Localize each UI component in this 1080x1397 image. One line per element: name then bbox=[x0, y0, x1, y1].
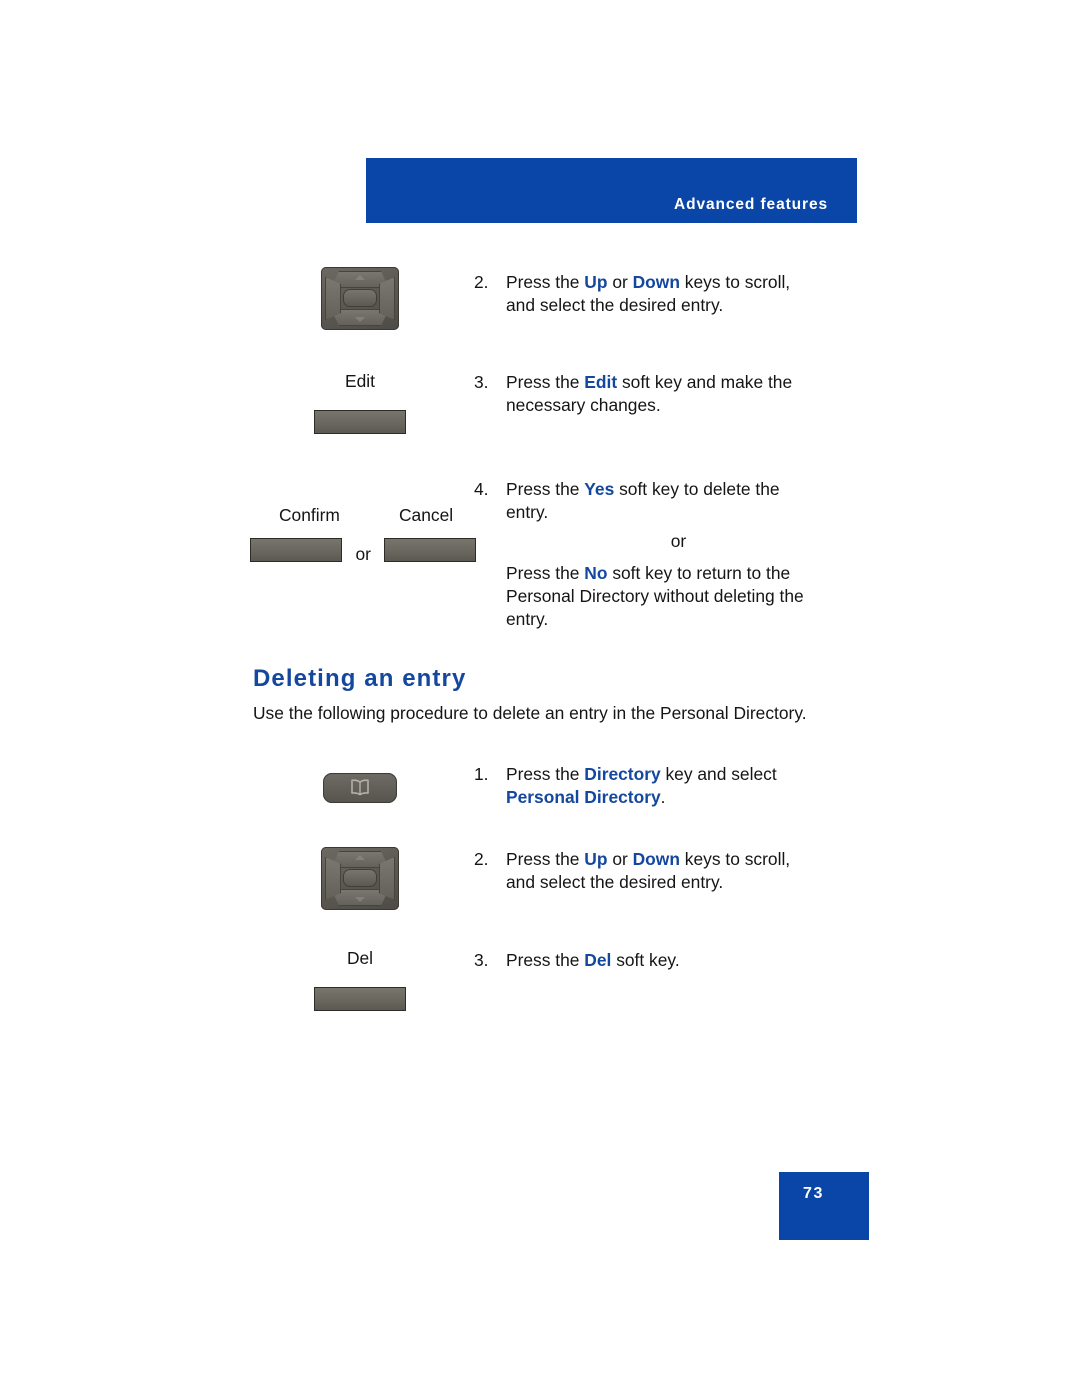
edit-soft-key[interactable] bbox=[314, 410, 406, 434]
step-number: 4. bbox=[474, 479, 489, 499]
keyword: Yes bbox=[584, 479, 615, 499]
section-heading: Deleting an entry bbox=[253, 665, 467, 692]
step-text: Press the Directory key and select Person… bbox=[506, 764, 777, 807]
section-intro-text: Use the following procedure to delete an… bbox=[253, 703, 807, 723]
document-page: Advanced features 2. Press the Up or Dow… bbox=[0, 0, 1080, 1397]
step-number: 3. bbox=[474, 372, 489, 392]
cancel-soft-key-label: Cancel bbox=[399, 505, 454, 525]
step-text: Press the Edit soft key and make the nece… bbox=[506, 372, 793, 415]
nav-up-arrow-icon bbox=[355, 275, 365, 280]
step-number: 1. bbox=[474, 764, 489, 784]
nav-up-arrow-icon bbox=[355, 855, 365, 860]
nav-left-segment[interactable] bbox=[325, 277, 341, 320]
keyword: Edit bbox=[584, 372, 618, 392]
directory-key-button[interactable] bbox=[323, 773, 397, 803]
page-header-title: Advanced features bbox=[674, 196, 828, 213]
keyword: Up bbox=[584, 272, 608, 292]
step-art-directory-key bbox=[250, 773, 470, 808]
step-number: 2. bbox=[474, 272, 489, 292]
soft-key-label: Edit bbox=[345, 371, 375, 391]
navigation-rocker-key-icon[interactable] bbox=[321, 847, 399, 910]
step-art-navigation-key bbox=[250, 267, 470, 335]
soft-key-pair: or bbox=[250, 538, 480, 567]
nav-right-segment[interactable] bbox=[379, 857, 395, 900]
keyword: Directory bbox=[584, 764, 661, 784]
step-art-edit-soft-key: Edit bbox=[250, 371, 470, 439]
nav-center-select-key[interactable] bbox=[343, 869, 377, 887]
step-text: Press the Yes soft key to delete the entr… bbox=[506, 479, 780, 522]
step-art-confirm-cancel: Confirm Cancel or bbox=[250, 505, 480, 567]
navigation-rocker-key-icon[interactable] bbox=[321, 267, 399, 330]
keyword: Personal Directory bbox=[506, 787, 661, 807]
nav-center-select-key[interactable] bbox=[343, 289, 377, 307]
soft-key-or-separator: or bbox=[355, 544, 371, 564]
keyword: No bbox=[584, 563, 608, 583]
del-soft-key[interactable] bbox=[314, 987, 406, 1011]
step-text: Press the Up or Down keys to scroll, and … bbox=[506, 272, 791, 315]
nav-left-segment[interactable] bbox=[325, 857, 341, 900]
step-number: 3. bbox=[474, 950, 489, 970]
step-text: Press the Up or Down keys to scroll, and … bbox=[506, 849, 791, 892]
confirm-soft-key[interactable] bbox=[250, 538, 342, 562]
nav-down-arrow-icon bbox=[355, 317, 365, 322]
step-art-del-soft-key: Del bbox=[250, 948, 470, 1016]
soft-key-pair-labels: Confirm Cancel bbox=[250, 505, 480, 529]
keyword: Up bbox=[584, 849, 608, 869]
nav-right-segment[interactable] bbox=[379, 277, 395, 320]
soft-key-wrap bbox=[250, 410, 470, 439]
soft-key-label: Del bbox=[346, 948, 374, 968]
page-number-box: 73 bbox=[779, 1172, 869, 1240]
step-text: Press the Del soft key. bbox=[506, 950, 680, 970]
cancel-soft-key[interactable] bbox=[384, 538, 477, 562]
keyword: Del bbox=[584, 950, 612, 970]
open-book-icon bbox=[351, 779, 369, 796]
confirm-soft-key-label: Confirm bbox=[279, 505, 340, 525]
step-alternative-separator: or bbox=[670, 531, 687, 551]
keyword: Down bbox=[632, 849, 680, 869]
page-header-banner: Advanced features bbox=[366, 158, 857, 223]
page-number: 73 bbox=[803, 1185, 824, 1202]
step-number: 2. bbox=[474, 849, 489, 869]
step-art-navigation-key bbox=[250, 847, 470, 915]
nav-down-arrow-icon bbox=[355, 897, 365, 902]
soft-key-wrap bbox=[250, 987, 470, 1016]
step-alternative-text: Press the No soft key to return to the Pe… bbox=[506, 563, 804, 629]
keyword: Down bbox=[632, 272, 680, 292]
